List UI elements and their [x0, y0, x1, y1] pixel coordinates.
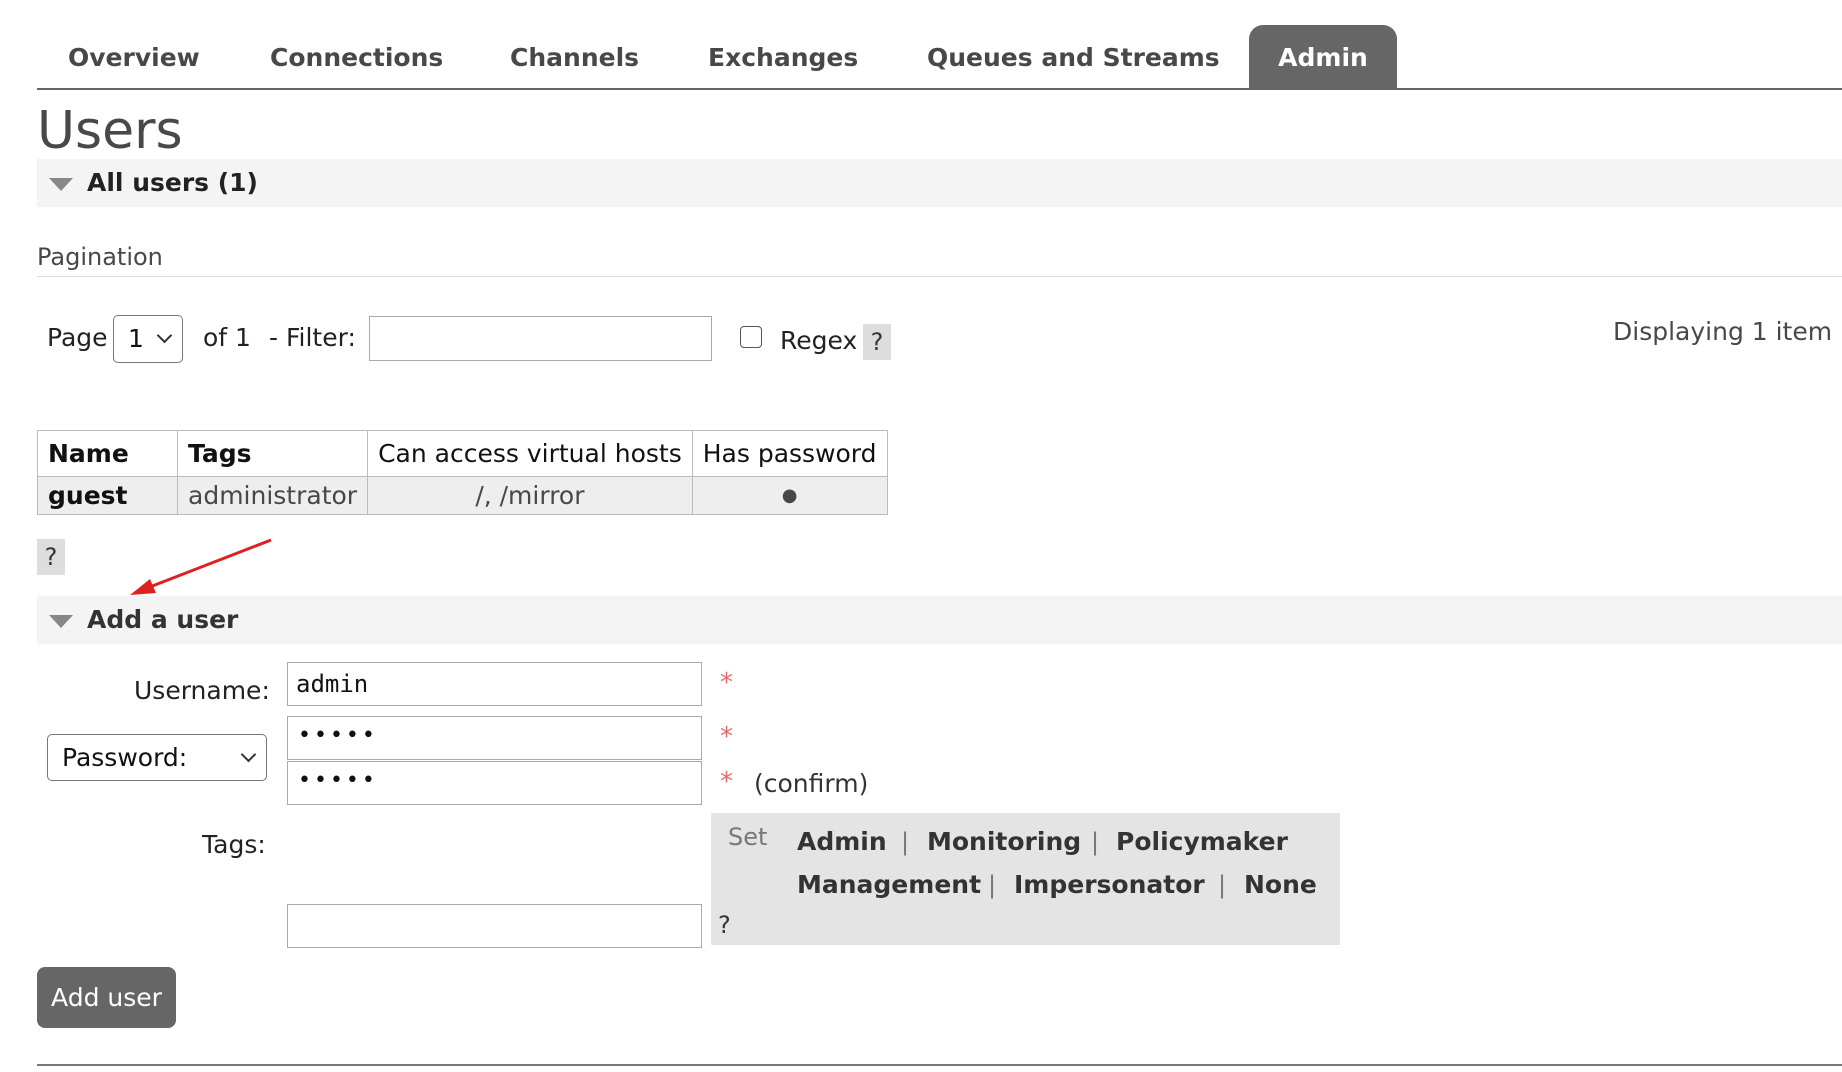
- annotation-arrow-icon: [130, 538, 272, 595]
- chevron-down-icon: [240, 746, 257, 763]
- tag-option-impersonator[interactable]: Impersonator: [1014, 870, 1205, 899]
- tag-option-management[interactable]: Management: [797, 870, 981, 899]
- column-header-name: Name: [37, 430, 178, 477]
- tag-option-monitoring[interactable]: Monitoring: [927, 827, 1081, 856]
- page-title: Users: [37, 101, 183, 161]
- regex-label: Regex: [780, 326, 858, 355]
- add-user-button[interactable]: Add user: [37, 967, 176, 1028]
- collapse-triangle-icon: [49, 178, 73, 191]
- page-select[interactable]: 1: [113, 315, 183, 363]
- user-vhosts: /, /mirror: [367, 476, 693, 515]
- separator: |: [901, 828, 910, 856]
- username-value: admin: [296, 670, 369, 698]
- column-header-tags: Tags: [176, 430, 369, 477]
- tab-queues-and-streams[interactable]: Queues and Streams: [927, 25, 1220, 88]
- collapse-triangle-icon: [49, 615, 73, 628]
- regex-checkbox[interactable]: [740, 326, 762, 348]
- divider: [37, 1064, 1842, 1066]
- tag-option-admin[interactable]: Admin: [797, 827, 887, 856]
- tab-channels[interactable]: Channels: [510, 25, 639, 88]
- password-field[interactable]: •••••: [287, 716, 702, 760]
- tab-connections[interactable]: Connections: [270, 25, 443, 88]
- users-table: Name Tags Can access virtual hosts Has p…: [37, 430, 888, 515]
- page-select-value: 1: [128, 324, 144, 353]
- confirm-password-mask: •••••: [298, 768, 378, 793]
- top-navigation: Overview Connections Channels Exchanges …: [37, 0, 1842, 90]
- required-marker: *: [720, 767, 733, 797]
- page-count-label: of 1: [203, 323, 251, 352]
- confirm-label: (confirm): [754, 769, 869, 798]
- add-user-title: Add a user: [87, 605, 239, 634]
- has-password-indicator: ●: [691, 476, 888, 515]
- chevron-down-icon: [156, 327, 173, 344]
- regex-help-button[interactable]: ?: [863, 324, 891, 360]
- tab-admin[interactable]: Admin: [1249, 25, 1397, 88]
- column-header-has-password: Has password: [691, 430, 888, 477]
- username-field[interactable]: admin: [287, 662, 702, 706]
- filter-input[interactable]: [369, 316, 712, 361]
- user-tags: administrator: [176, 476, 369, 515]
- table-help-button[interactable]: ?: [37, 539, 65, 575]
- tag-option-none[interactable]: None: [1244, 870, 1317, 899]
- separator: |: [1218, 871, 1227, 899]
- password-confirm-field[interactable]: •••••: [287, 761, 702, 805]
- table-row[interactable]: guest administrator /, /mirror ●: [37, 476, 888, 515]
- required-marker: *: [720, 722, 733, 752]
- displaying-count: Displaying 1 item ,: [1613, 317, 1842, 346]
- required-marker: *: [720, 668, 733, 698]
- separator: |: [1091, 828, 1100, 856]
- all-users-section-header[interactable]: All users (1): [37, 159, 1842, 207]
- tags-help-button[interactable]: ?: [718, 911, 731, 939]
- tag-option-policymaker[interactable]: Policymaker: [1116, 827, 1288, 856]
- column-header-vhosts: Can access virtual hosts: [367, 430, 693, 477]
- tab-overview[interactable]: Overview: [68, 25, 200, 88]
- tags-label: Tags:: [202, 830, 266, 859]
- password-mode-select[interactable]: Password:: [47, 734, 267, 781]
- tags-helper-panel: Set Admin | Monitoring | Policymaker Man…: [711, 813, 1340, 945]
- separator: |: [988, 871, 997, 899]
- divider: [37, 276, 1842, 277]
- all-users-title: All users (1): [87, 168, 258, 197]
- tags-input[interactable]: [287, 904, 702, 948]
- tab-exchanges[interactable]: Exchanges: [708, 25, 858, 88]
- username-label: Username:: [134, 676, 270, 705]
- pagination-heading: Pagination: [37, 243, 163, 271]
- password-mask: •••••: [298, 723, 378, 748]
- filter-label: - Filter:: [269, 323, 356, 352]
- user-name-link[interactable]: guest: [37, 476, 178, 515]
- table-header-row: Name Tags Can access virtual hosts Has p…: [37, 430, 888, 477]
- add-user-section-header[interactable]: Add a user: [37, 596, 1842, 644]
- page-label: Page: [47, 323, 108, 352]
- set-label: Set: [728, 823, 768, 851]
- password-mode-value: Password:: [62, 743, 188, 772]
